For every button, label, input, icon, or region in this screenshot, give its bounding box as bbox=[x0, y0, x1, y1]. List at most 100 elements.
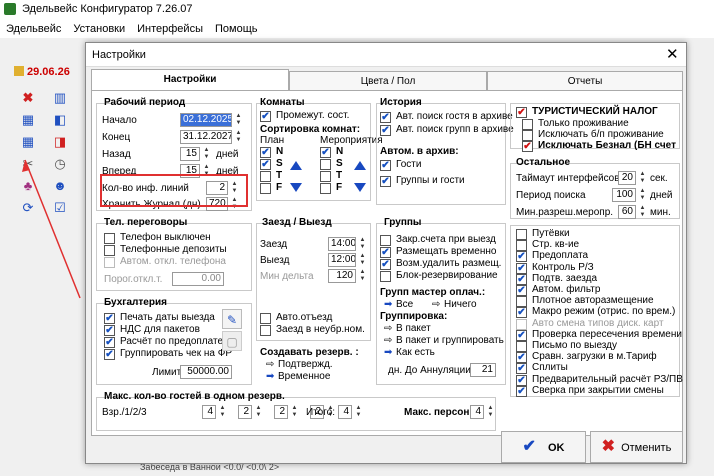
delta-input[interactable]: 120 bbox=[328, 269, 356, 283]
guests-input-2[interactable]: 2 bbox=[274, 405, 288, 419]
menu-item-3[interactable]: Помощь bbox=[215, 23, 258, 35]
history-cb-0[interactable]: ✔ bbox=[380, 112, 391, 123]
refresh-icon[interactable]: ⟳ bbox=[18, 198, 38, 218]
auto-out-cb[interactable] bbox=[260, 313, 271, 324]
menu-item-0[interactable]: Эдельвейс bbox=[6, 23, 61, 35]
phone-cb-2[interactable] bbox=[104, 257, 115, 268]
limit-input[interactable]: 50000.00 bbox=[180, 365, 232, 379]
groups-cb-1[interactable]: ✔ bbox=[380, 247, 391, 258]
guests-input-1[interactable]: 2 bbox=[238, 405, 252, 419]
start-spin[interactable]: ▲ ▼ bbox=[234, 113, 243, 127]
thresh-input[interactable]: 0.00 bbox=[172, 272, 224, 286]
max-persons-spin[interactable]: ▲ ▼ bbox=[486, 405, 495, 419]
groups-cb-3[interactable] bbox=[380, 271, 391, 282]
minres-spin[interactable]: ▲ ▼ bbox=[638, 205, 647, 219]
option-cb-3[interactable]: ✔ bbox=[516, 262, 527, 274]
people-icon[interactable]: ♣ bbox=[18, 176, 38, 196]
phone-cb-0[interactable] bbox=[104, 233, 115, 244]
cancel-button[interactable]: ✖ Отменить bbox=[590, 431, 683, 463]
archive-cb-1[interactable]: ✔ bbox=[380, 176, 391, 187]
copy-icon[interactable]: ▢ bbox=[222, 331, 242, 351]
total-input[interactable]: 4 bbox=[338, 405, 352, 419]
menu-item-2[interactable]: Интерфейсы bbox=[137, 23, 203, 35]
option-cb-1[interactable] bbox=[516, 240, 527, 252]
timer-spin[interactable]: ▲ ▼ bbox=[638, 171, 647, 185]
out-spin[interactable]: ▲ ▼ bbox=[358, 253, 367, 267]
search-period-input[interactable]: 100 bbox=[612, 188, 636, 202]
minres-input[interactable]: 60 bbox=[618, 205, 636, 219]
temporary-arrow-icon[interactable]: ➡ bbox=[266, 371, 274, 382]
acc-cb-0[interactable]: ✔ bbox=[104, 313, 115, 324]
acc-cb-2[interactable]: ✔ bbox=[104, 337, 115, 348]
end-date-input[interactable]: 31.12.2027 bbox=[180, 130, 232, 144]
tax-cb-0[interactable] bbox=[522, 119, 533, 130]
plan-cb-2[interactable] bbox=[260, 171, 271, 182]
rooms-icon[interactable]: ▦ bbox=[18, 110, 38, 130]
tools-icon[interactable]: ✂ bbox=[18, 154, 38, 174]
events-cb-1[interactable] bbox=[320, 159, 331, 170]
menu-item-1[interactable]: Установки bbox=[73, 23, 125, 35]
edit-icon[interactable]: ✎ bbox=[222, 309, 242, 329]
option-cb-5[interactable]: ✔ bbox=[516, 285, 527, 296]
max-persons-input[interactable]: 4 bbox=[470, 405, 484, 419]
back-spin[interactable]: ▲ ▼ bbox=[202, 147, 211, 161]
check-doc-icon[interactable]: ☑ bbox=[50, 198, 70, 218]
delete-icon[interactable]: ✖ bbox=[18, 88, 38, 108]
tab-colors[interactable]: Цвета / Пол bbox=[289, 71, 487, 91]
groups-cb-2[interactable]: ✔ bbox=[380, 259, 391, 270]
groups-cb-0[interactable] bbox=[380, 235, 391, 246]
end-spin[interactable]: ▲ ▼ bbox=[234, 130, 243, 144]
cube-red-icon[interactable]: ◨ bbox=[50, 132, 70, 152]
total-spin[interactable]: ▲ ▼ bbox=[354, 405, 363, 419]
cube-icon[interactable]: ◧ bbox=[50, 110, 70, 130]
events-cb-3[interactable] bbox=[320, 183, 331, 194]
events-cb-2[interactable] bbox=[320, 171, 331, 182]
plan-cb-3[interactable] bbox=[260, 183, 271, 194]
option-cb-2[interactable]: ✔ bbox=[516, 251, 527, 263]
out-time-input[interactable]: 12:00 bbox=[328, 253, 356, 267]
user-icon[interactable]: ☻ bbox=[50, 176, 70, 196]
all-arrow-icon[interactable]: ➡ bbox=[384, 299, 392, 310]
clock-icon[interactable]: ◷ bbox=[50, 154, 70, 174]
history-cb-1[interactable]: ✔ bbox=[380, 125, 391, 136]
plan-up-arrow-icon[interactable] bbox=[290, 161, 302, 170]
guests-input-0[interactable]: 4 bbox=[202, 405, 216, 419]
option-cb-9[interactable]: ✔ bbox=[516, 329, 527, 341]
interim-cb[interactable]: ✔ bbox=[260, 111, 271, 122]
option-cb-12[interactable]: ✔ bbox=[516, 363, 527, 375]
archive-cb-0[interactable]: ✔ bbox=[380, 160, 391, 171]
tax-cb-1[interactable] bbox=[522, 130, 533, 141]
back-days-input[interactable]: 15 bbox=[180, 147, 200, 161]
grid-icon[interactable]: ▦ bbox=[18, 132, 38, 152]
option-cb-7[interactable]: ✔ bbox=[516, 307, 527, 319]
start-date-input[interactable]: 02.12.2025 bbox=[180, 113, 232, 127]
chart-icon[interactable]: ▥ bbox=[50, 88, 70, 108]
guests-spin-2[interactable]: ▲ ▼ bbox=[290, 405, 299, 419]
search-spin[interactable]: ▲ ▼ bbox=[638, 188, 647, 202]
ok-button[interactable]: ✔ OK bbox=[501, 431, 586, 463]
grouping-arrow-icon-1[interactable]: ⇨ bbox=[384, 335, 392, 346]
events-down-arrow-icon[interactable] bbox=[354, 183, 366, 192]
annulation-input[interactable]: 21 bbox=[470, 363, 496, 377]
option-cb-8[interactable] bbox=[516, 318, 527, 330]
close-icon[interactable]: ✕ bbox=[666, 45, 679, 63]
option-cb-6[interactable] bbox=[516, 296, 527, 308]
option-cb-4[interactable]: ✔ bbox=[516, 273, 527, 285]
guests-spin-1[interactable]: ▲ ▼ bbox=[254, 405, 263, 419]
in-spin[interactable]: ▲ ▼ bbox=[358, 237, 367, 251]
option-cb-11[interactable]: ✔ bbox=[516, 352, 527, 364]
timer-input[interactable]: 20 bbox=[618, 171, 636, 185]
option-cb-14[interactable]: ✔ bbox=[516, 385, 527, 397]
plan-cb-0[interactable]: ✔ bbox=[260, 147, 271, 158]
option-cb-0[interactable] bbox=[516, 229, 527, 240]
plan-down-arrow-icon[interactable] bbox=[290, 183, 302, 192]
plan-cb-1[interactable]: ✔ bbox=[260, 159, 271, 170]
grouping-arrow-icon-0[interactable]: ⇨ bbox=[384, 323, 392, 334]
delta-spin[interactable]: ▲ ▼ bbox=[358, 269, 367, 283]
events-cb-0[interactable]: ✔ bbox=[320, 147, 331, 158]
in-time-input[interactable]: 14:00 bbox=[328, 237, 356, 251]
option-cb-10[interactable] bbox=[516, 341, 527, 352]
exclude-cb[interactable]: ✔ bbox=[522, 141, 533, 152]
events-up-arrow-icon[interactable] bbox=[354, 161, 366, 170]
option-cb-13[interactable]: ✔ bbox=[516, 374, 527, 386]
